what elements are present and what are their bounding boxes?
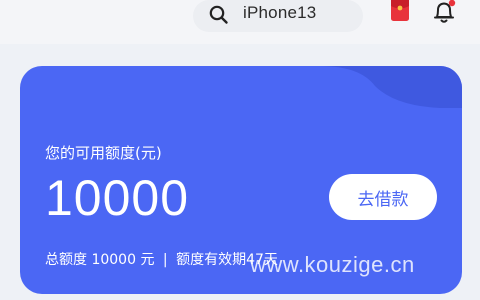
search-input-value[interactable]: iPhone13 (243, 0, 316, 26)
search-bar[interactable]: iPhone13 (193, 0, 363, 32)
watermark: www.kouzige.cn (250, 252, 415, 277)
available-limit-label: 您的可用额度(元) (45, 144, 162, 162)
borrow-button[interactable]: 去借款 (329, 174, 437, 220)
bell-icon[interactable] (430, 0, 458, 26)
total-limit-label: 总额度 (45, 252, 87, 268)
total-limit-value: 10000 (91, 252, 136, 268)
total-limit-unit: 元 (140, 252, 155, 268)
footer-separator: | (162, 252, 168, 268)
red-envelope-icon[interactable] (390, 0, 410, 22)
limit-summary: 总额度 10000 元 | 额度有效期47天 (45, 249, 278, 269)
notification-badge (448, 0, 456, 7)
available-limit-amount: 10000 (45, 170, 190, 226)
search-icon (207, 3, 231, 27)
